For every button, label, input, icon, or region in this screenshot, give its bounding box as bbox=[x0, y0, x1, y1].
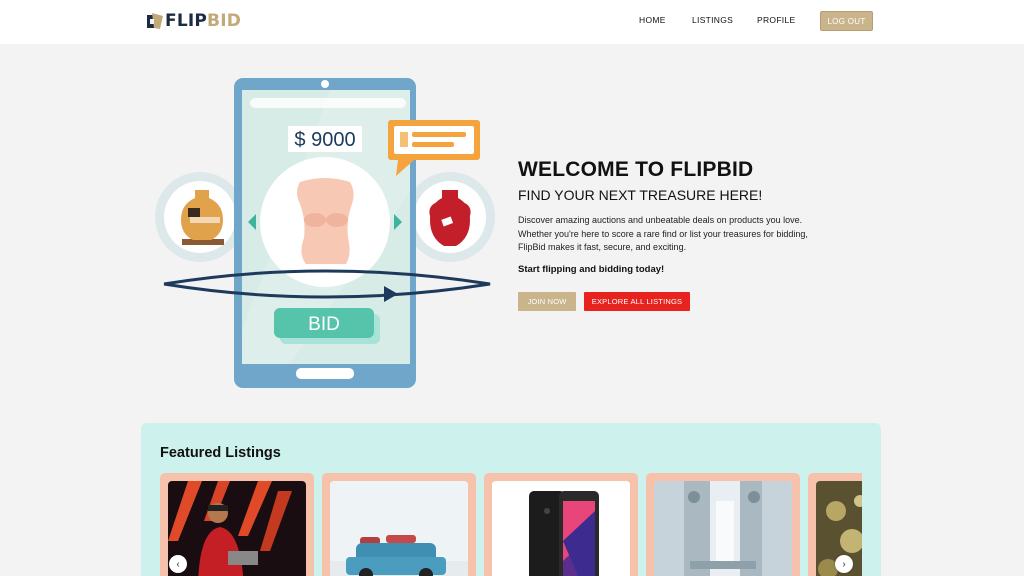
brand-name-bid: BID bbox=[207, 11, 242, 31]
featured-listings-section: Featured Listings ‹ › bbox=[141, 423, 881, 576]
brand-name: FLIPBID bbox=[165, 11, 241, 31]
explore-listings-button[interactable]: EXPLORE ALL LISTINGS bbox=[584, 292, 690, 311]
navbar: FLIPBID HOME LISTINGS PROFILE LOG OUT bbox=[0, 0, 1024, 44]
hero-buttons: JOIN NOW EXPLORE ALL LISTINGS bbox=[518, 292, 690, 311]
chevron-left-icon: ‹ bbox=[176, 558, 180, 570]
brand-name-flip: FLIP bbox=[165, 11, 208, 31]
listing-image bbox=[330, 481, 468, 576]
logout-button[interactable]: LOG OUT bbox=[820, 11, 873, 31]
illustration-price: $ 9000 bbox=[294, 129, 355, 151]
carousel-next-button[interactable]: › bbox=[835, 555, 853, 573]
hero-illustration: $ 9000 BID bbox=[155, 78, 495, 388]
brand-logo[interactable]: FLIPBID bbox=[147, 10, 241, 32]
amphora-circle bbox=[405, 172, 495, 262]
listing-card[interactable] bbox=[484, 473, 638, 576]
hero-description: Discover amazing auctions and unbeatable… bbox=[518, 215, 808, 252]
listing-card[interactable] bbox=[646, 473, 800, 576]
nav-home-link[interactable]: HOME bbox=[639, 15, 666, 25]
vase-circle bbox=[155, 172, 245, 262]
listing-card[interactable] bbox=[322, 473, 476, 576]
join-now-button[interactable]: JOIN NOW bbox=[518, 292, 576, 311]
featured-title: Featured Listings bbox=[160, 445, 281, 461]
chevron-right-icon: › bbox=[842, 558, 846, 570]
hero-title: WELCOME TO FLIPBID bbox=[518, 158, 754, 181]
nav-listings-link[interactable]: LISTINGS bbox=[692, 15, 733, 25]
carousel-prev-button[interactable]: ‹ bbox=[169, 555, 187, 573]
illustration-bid-label: BID bbox=[308, 314, 340, 335]
listings-carousel bbox=[160, 473, 862, 576]
hero-text: WELCOME TO FLIPBID FIND YOUR NEXT TREASU… bbox=[518, 158, 828, 275]
hero-cta-text: Start flipping and bidding today! bbox=[518, 263, 665, 275]
chat-bubble-graphic bbox=[388, 120, 480, 176]
listing-image bbox=[168, 481, 306, 576]
logo-mark-icon bbox=[147, 13, 163, 29]
hero-subtitle: FIND YOUR NEXT TREASURE HERE! bbox=[518, 187, 763, 203]
nav-profile-link[interactable]: PROFILE bbox=[757, 15, 795, 25]
listing-image bbox=[654, 481, 792, 576]
listing-image bbox=[492, 481, 630, 576]
